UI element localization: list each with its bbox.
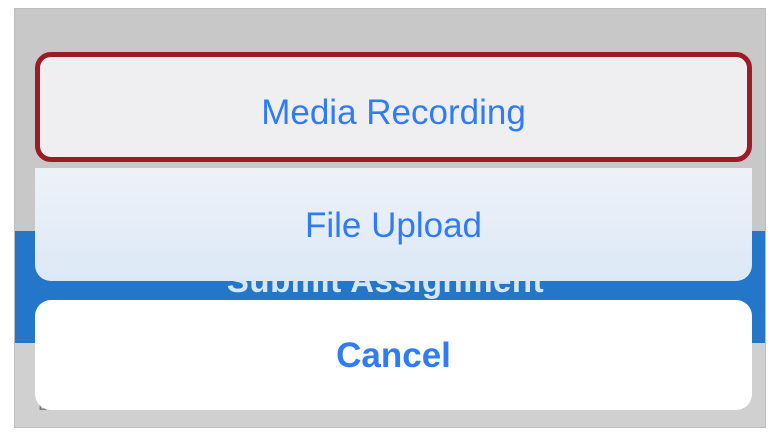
media-recording-button[interactable]: Media Recording — [35, 52, 752, 162]
cancel-button[interactable]: Cancel — [35, 300, 752, 410]
file-upload-button[interactable]: File Upload — [35, 168, 752, 281]
